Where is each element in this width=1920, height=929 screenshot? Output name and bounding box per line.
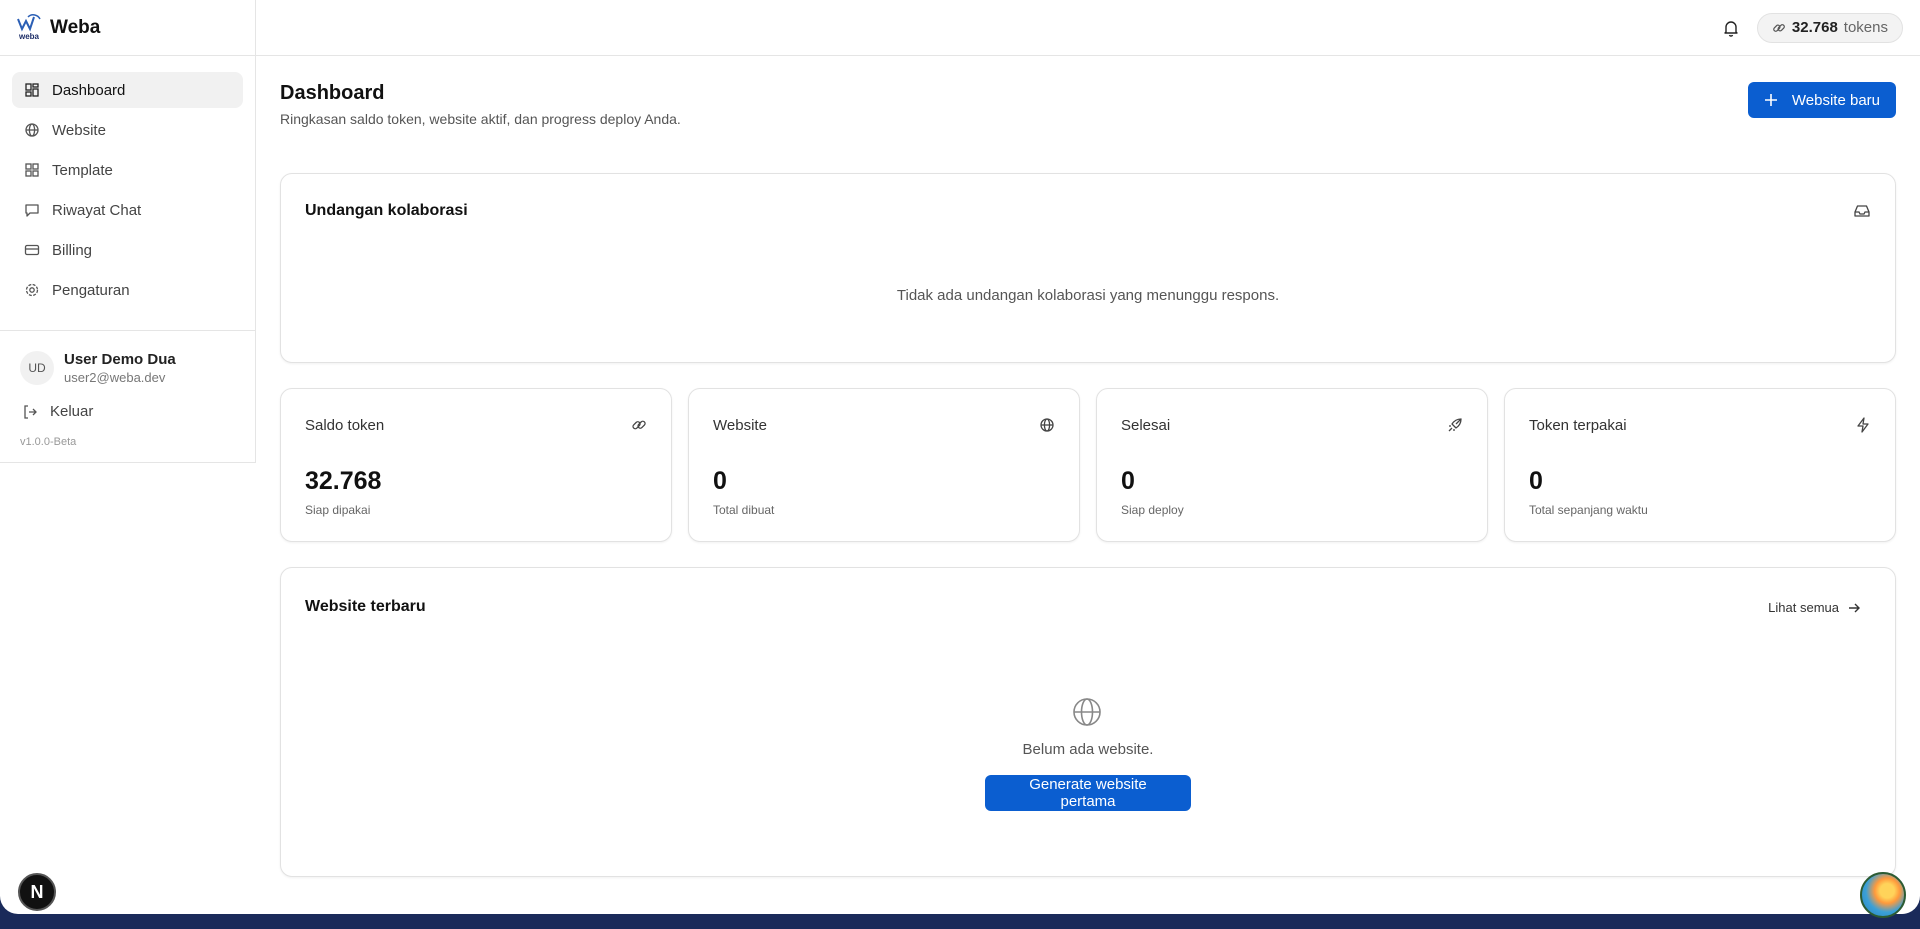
template-icon (25, 163, 39, 177)
stat-value: 0 (1121, 467, 1135, 495)
stat-note: Siap dipakai (305, 503, 371, 517)
gear-icon (25, 283, 39, 297)
stat-label: Selesai (1121, 417, 1171, 434)
card-icon (24, 244, 40, 256)
stat-note: Total sepanjang waktu (1529, 503, 1648, 517)
see-all-label: Lihat semua (1768, 600, 1839, 615)
chat-icon (25, 204, 39, 217)
page-subtitle: Ringkasan saldo token, website aktif, da… (280, 111, 681, 127)
page-header: Dashboard Ringkasan saldo token, website… (280, 82, 1896, 148)
collaboration-invites-card: Undangan kolaborasi Tidak ada undangan k… (280, 173, 1896, 363)
token-balance-badge[interactable]: 32.768 tokens (1756, 12, 1903, 43)
stat-card-website: Website 0 Total dibuat (688, 388, 1080, 542)
recent-websites-title: Website terbaru (305, 598, 426, 615)
globe-icon (1040, 418, 1054, 432)
sidebar-item-label: Pengaturan (52, 281, 130, 299)
sidebar-item-label: Template (52, 161, 113, 179)
globe-icon (25, 123, 39, 137)
invites-title: Undangan kolaborasi (305, 202, 468, 219)
brand-name: Weba (50, 16, 101, 38)
stats-row: Saldo token 32.768 Siap dipakai Website … (280, 388, 1896, 542)
new-website-label: Website baru (1791, 91, 1880, 109)
floating-avatar[interactable] (1860, 872, 1906, 918)
logout-label: Keluar (50, 403, 94, 420)
sidebar: weba Weba Dashboard Website Template Riw… (0, 0, 256, 463)
arrow-right-icon (1849, 603, 1860, 612)
link-icon (1773, 23, 1785, 32)
globe-icon (1073, 698, 1101, 726)
sidebar-item-template[interactable]: Template (12, 152, 243, 188)
dashboard-icon (25, 83, 39, 97)
app-window: weba Weba Dashboard Website Template Riw… (0, 0, 1920, 914)
rocket-icon (1448, 418, 1462, 432)
recent-websites-card: Website terbaru Lihat semua Belum ada we… (280, 567, 1896, 877)
stat-note: Siap deploy (1121, 503, 1184, 517)
new-website-button[interactable]: Website baru (1747, 82, 1896, 118)
sidebar-item-label: Dashboard (52, 81, 126, 99)
sidebar-nav: Dashboard Website Template Riwayat Chat … (0, 56, 255, 308)
app-version: v1.0.0-Beta (20, 436, 77, 448)
bolt-icon (1857, 417, 1869, 433)
brand[interactable]: weba Weba (0, 0, 255, 56)
avatar: UD (20, 351, 54, 385)
main-content: Dashboard Ringkasan saldo token, website… (280, 56, 1896, 877)
sidebar-item-website[interactable]: Website (12, 112, 243, 148)
sidebar-item-riwayat-chat[interactable]: Riwayat Chat (12, 192, 243, 228)
user-email: user2@weba.dev (64, 370, 166, 385)
token-unit: tokens (1843, 19, 1888, 36)
stat-label: Website (713, 417, 767, 434)
weba-logo-icon: weba (16, 13, 42, 43)
stat-note: Total dibuat (713, 503, 775, 517)
logo-text: weba (18, 31, 39, 41)
user-profile[interactable]: UD User Demo Dua user2@weba.dev (0, 331, 255, 385)
user-name: User Demo Dua (64, 351, 176, 368)
stat-value: 0 (713, 467, 727, 495)
stat-label: Saldo token (305, 417, 385, 434)
invites-empty-text: Tidak ada undangan kolaborasi yang menun… (896, 287, 1280, 304)
stat-label: Token terpakai (1529, 417, 1627, 434)
sidebar-item-billing[interactable]: Billing (12, 232, 243, 268)
link-icon (632, 420, 646, 430)
recent-empty-text: Belum ada website. (1022, 741, 1154, 758)
sidebar-item-label: Website (52, 121, 106, 139)
stat-card-tokens-used: Token terpakai 0 Total sepanjang waktu (1504, 388, 1896, 542)
sidebar-item-label: Billing (52, 241, 93, 259)
sidebar-item-dashboard[interactable]: Dashboard (12, 72, 243, 108)
bell-icon[interactable] (1721, 18, 1741, 38)
top-bar: 32.768 tokens (256, 0, 1920, 56)
token-count: 32.768 (1791, 19, 1838, 36)
next-dev-indicator[interactable]: N (18, 873, 56, 911)
stat-value: 32.768 (305, 467, 382, 495)
generate-first-website-button[interactable]: Generate website pertama (985, 775, 1191, 811)
sidebar-item-label: Riwayat Chat (52, 201, 142, 219)
plus-icon (1764, 94, 1777, 106)
logout-button[interactable]: Keluar (0, 385, 255, 420)
stat-card-selesai: Selesai 0 Siap deploy (1096, 388, 1488, 542)
stat-value: 0 (1529, 467, 1543, 495)
sidebar-item-pengaturan[interactable]: Pengaturan (12, 272, 243, 308)
stat-card-token-balance: Saldo token 32.768 Siap dipakai (280, 388, 672, 542)
see-all-link[interactable]: Lihat semua (1768, 600, 1861, 615)
inbox-icon (1854, 205, 1870, 217)
logout-icon (24, 404, 37, 419)
page-title: Dashboard (280, 82, 385, 104)
